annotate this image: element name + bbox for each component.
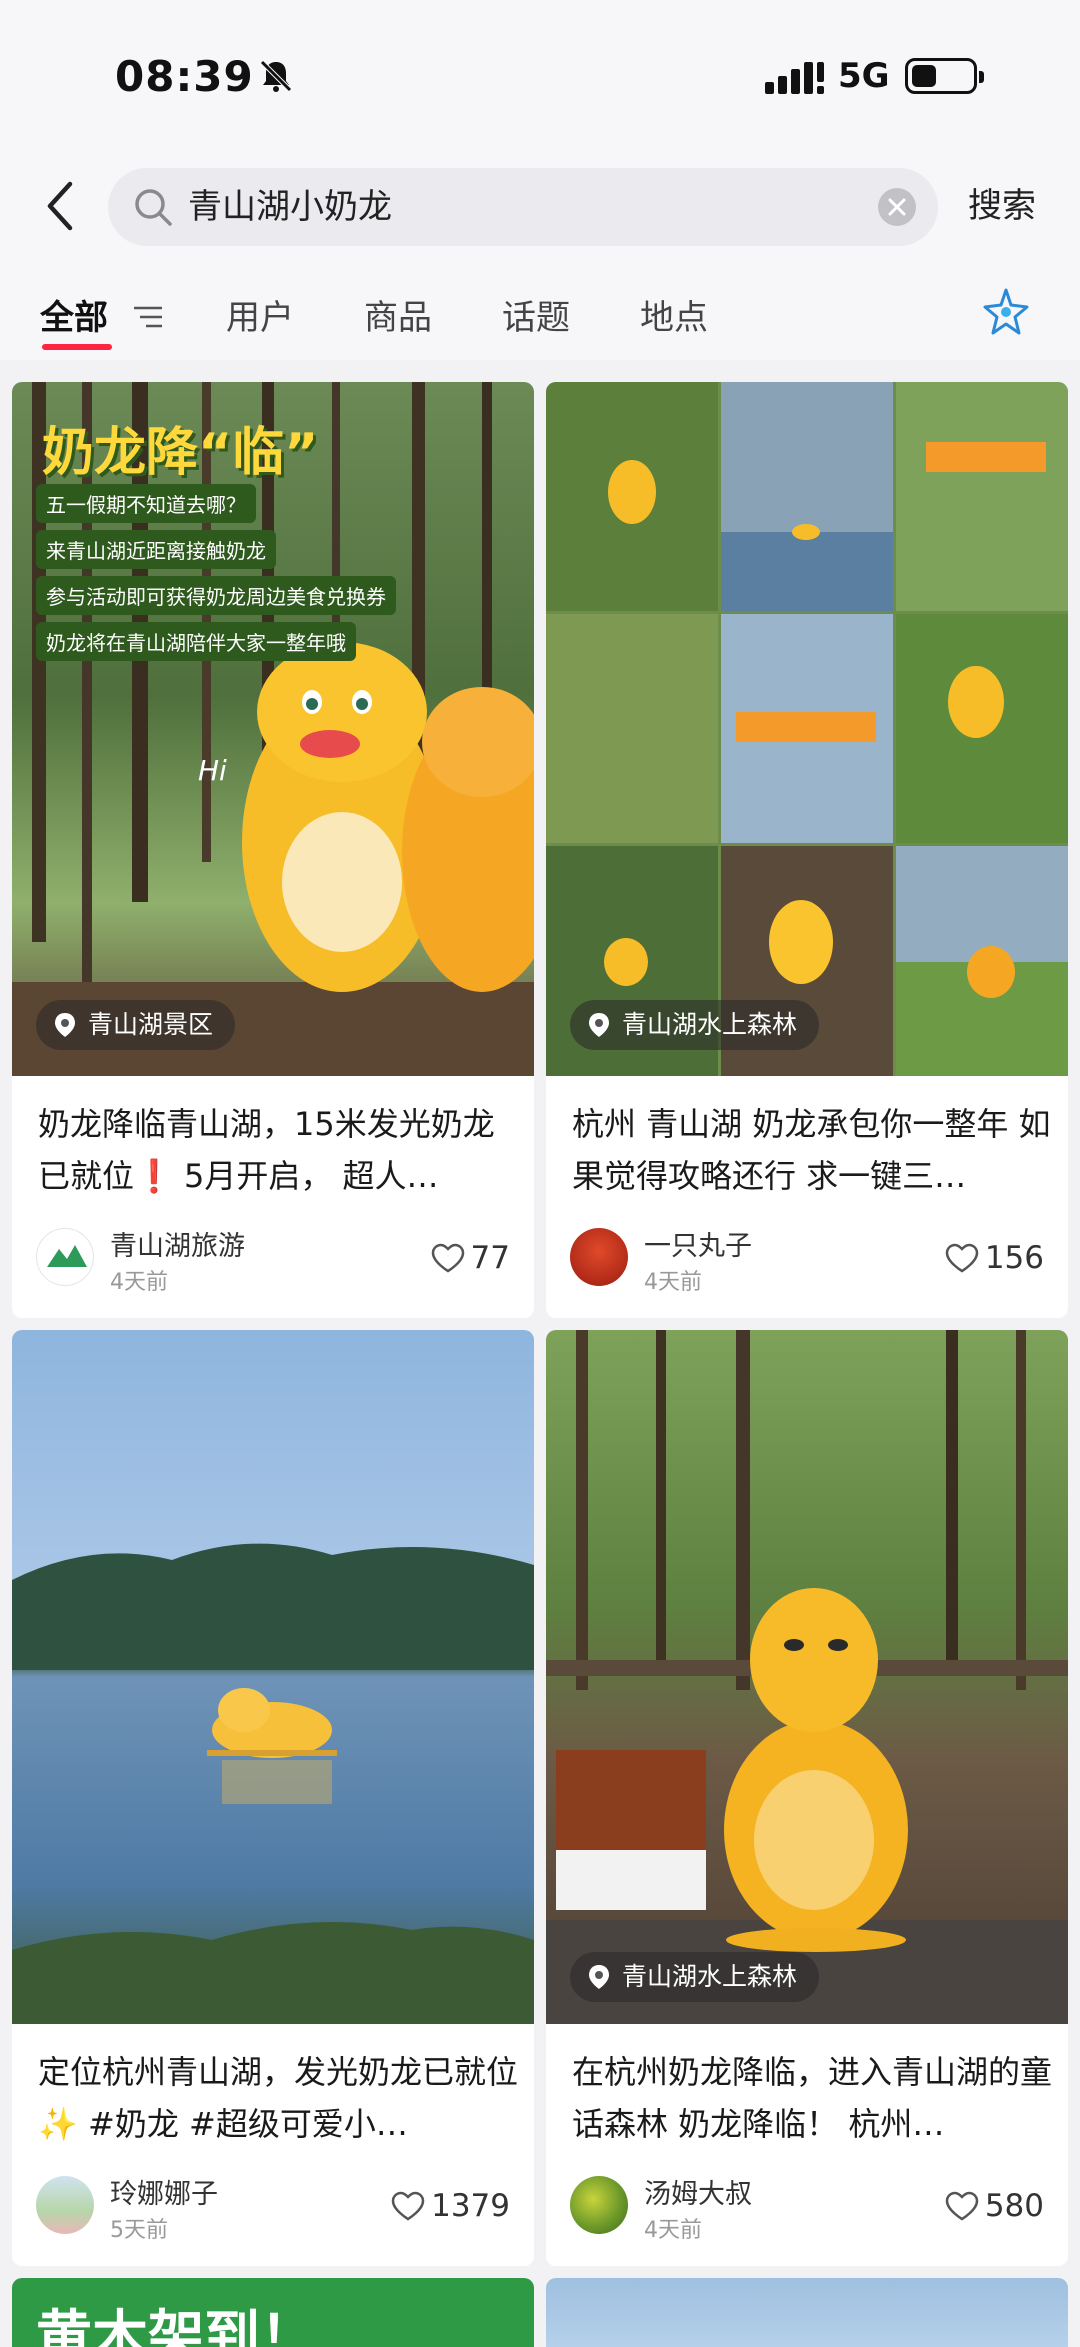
photo-collage-grid [546,382,1068,1076]
like-button[interactable]: 580 [945,2188,1044,2224]
cover-line-1: 五一假期不知道去哪？ [36,484,256,523]
note-cover-image[interactable]: 青山湖水上森林 [546,382,1068,1076]
filter-icon[interactable] [132,302,164,332]
like-button[interactable]: 1379 [391,2188,510,2224]
tab-products[interactable]: 商品 [364,290,432,339]
note-card[interactable]: 青山湖水上森林 杭州 青山湖 奶龙承包你一整年 如果觉得攻略还行 求一键三… 一… [546,382,1068,1318]
location-label: 青山湖景区 [88,1010,214,1039]
cover-line-4: 奶龙将在青山湖陪伴大家一整年哦 [36,622,356,661]
ai-sparkle-icon[interactable] [980,286,1032,338]
search-button[interactable]: 搜索 [968,178,1036,227]
note-card[interactable]: 定位杭州青山湖，发光奶龙已就位✨ #奶龙 #超级可爱小… 玲娜娜子 5天前 13… [12,1330,534,2266]
author-name[interactable]: 汤姆大叔 [644,2172,752,2211]
filter-tabs: 全部 用户 商品 话题 地点 [0,260,1080,360]
forest-deck-scene [546,1330,1068,2024]
note-title[interactable]: 杭州 青山湖 奶龙承包你一整年 如果觉得攻略还行 求一键三… [572,1098,1052,1202]
post-date: 4天前 [644,2218,702,2243]
location-label: 青山湖水上森林 [622,1010,798,1039]
note-title[interactable]: 定位杭州青山湖，发光奶龙已就位✨ #奶龙 #超级可爱小… [38,2046,518,2150]
post-date: 4天前 [110,1270,168,1295]
like-count: 580 [984,2188,1044,2224]
search-icon [135,189,172,226]
author-name[interactable]: 一只丸子 [644,1224,752,1263]
heart-icon [945,2191,979,2221]
note-cover-image[interactable] [12,1330,534,2024]
search-input[interactable] [188,168,828,246]
tab-places[interactable]: 地点 [640,290,708,339]
signal-icon [765,62,824,94]
location-pin-icon [589,1965,609,1989]
note-card-partial[interactable] [546,2278,1068,2347]
location-pin-icon [589,1013,609,1037]
search-box[interactable] [108,168,938,246]
avatar[interactable] [570,1228,628,1286]
like-button[interactable]: 77 [431,1240,510,1276]
note-cover-image[interactable]: 奶龙降“临” 五一假期不知道去哪？ 来青山湖近距离接触奶龙 参与活动即可获得奶龙… [12,382,534,1076]
lake-scene [12,1543,534,2024]
status-time: 08:39 [115,52,254,101]
location-pin-icon [55,1013,75,1037]
location-tag[interactable]: 青山湖景区 [36,1000,236,1050]
location-tag[interactable]: 青山湖水上森林 [570,1000,820,1050]
cover-hi-text: Hi [198,754,227,787]
location-label: 青山湖水上森林 [622,1962,798,1991]
tab-users[interactable]: 用户 [226,290,294,339]
back-arrow-icon[interactable] [40,178,80,234]
avatar[interactable] [36,2176,94,2234]
post-date: 5天前 [110,2218,168,2243]
cover-line-3: 参与活动即可获得奶龙周边美食兑换券 [36,576,396,615]
like-count: 1379 [431,2188,510,2224]
like-button[interactable]: 156 [945,1240,1044,1276]
search-header: 搜索 [0,150,1080,260]
mountain-logo-icon [47,1245,87,1267]
clear-search-button[interactable] [878,188,916,226]
note-cover-image[interactable]: 青山湖水上森林 [546,1330,1068,2024]
battery-icon [905,58,984,94]
note-title[interactable]: 在杭州奶龙降临，进入青山湖的童话森林 奶龙降临！ 杭州… [572,2046,1052,2150]
status-bar: 08:39 5G [0,0,1080,150]
tab-all[interactable]: 全部 [40,290,108,339]
heart-icon [945,1243,979,1273]
heart-icon [431,1243,464,1273]
note-title[interactable]: 奶龙降临青山湖，15米发光奶龙已就位❗ 5月开启， 超人… [38,1098,518,1202]
like-count: 156 [984,1240,1044,1276]
location-tag[interactable]: 青山湖水上森林 [570,1952,820,2002]
active-tab-indicator [42,344,112,350]
tab-topics[interactable]: 话题 [502,290,570,339]
bell-muted-icon [260,60,292,92]
like-count: 77 [470,1240,510,1276]
author-name[interactable]: 玲娜娜子 [110,2172,218,2211]
author-name[interactable]: 青山湖旅游 [110,1224,245,1263]
post-date: 4天前 [644,1270,702,1295]
network-type: 5G [838,56,890,96]
note-card[interactable]: 奶龙降“临” 五一假期不知道去哪？ 来青山湖近距离接触奶龙 参与活动即可获得奶龙… [12,382,534,1318]
cover-headline: 奶龙降“临” [42,423,319,483]
partial-cover-headline: 黄木架到！ [36,2305,316,2347]
cover-line-2: 来青山湖近距离接触奶龙 [36,530,276,569]
heart-icon [391,2191,425,2221]
note-card[interactable]: 青山湖水上森林 在杭州奶龙降临，进入青山湖的童话森林 奶龙降临！ 杭州… 汤姆大… [546,1330,1068,2266]
avatar[interactable] [570,2176,628,2234]
note-card-partial[interactable]: 黄木架到！ [12,2278,534,2347]
close-icon [888,198,906,216]
avatar[interactable] [36,1228,94,1286]
